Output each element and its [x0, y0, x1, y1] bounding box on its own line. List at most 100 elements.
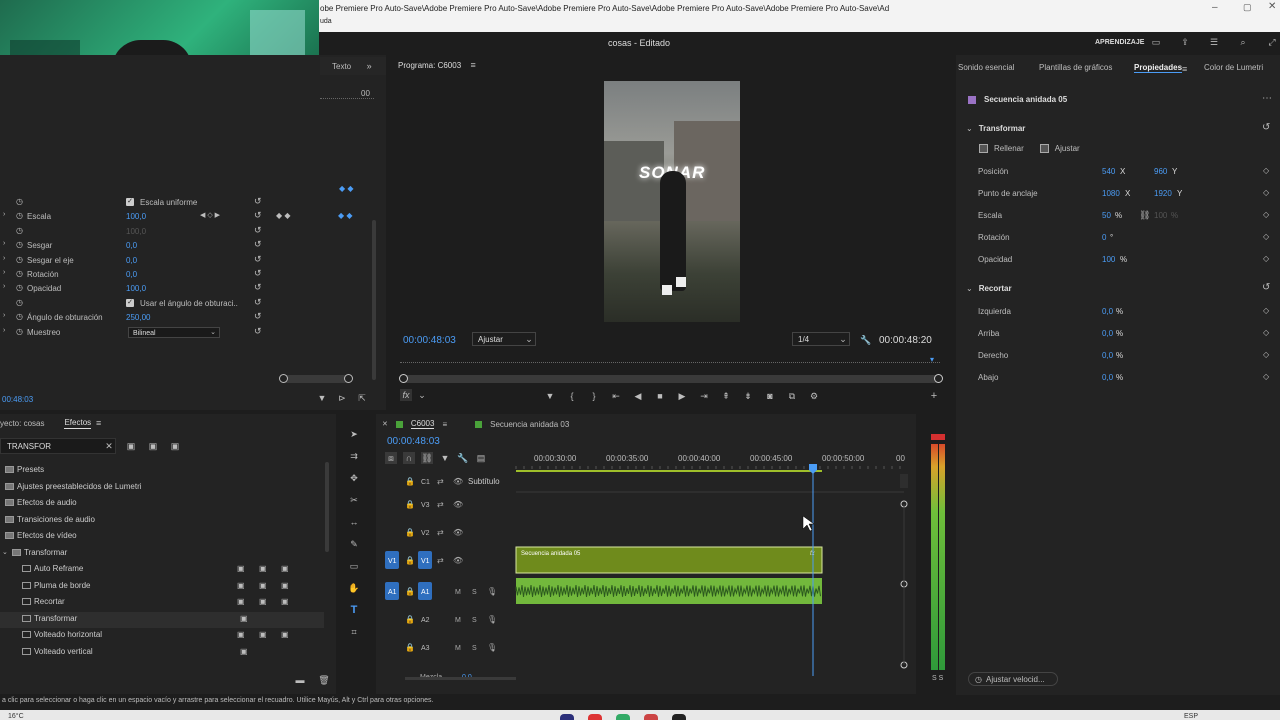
taskbar-app-icon[interactable]	[560, 714, 574, 720]
clear-icon[interactable]: ✕	[103, 440, 115, 452]
lock-icon[interactable]: 🔒	[405, 643, 415, 652]
keyframe-marker[interactable]: ◆ ◆	[276, 211, 291, 220]
expand-arrow-icon[interactable]: ›	[3, 283, 5, 290]
chevron-down-icon[interactable]: ⌄	[416, 389, 428, 401]
crop-section-title[interactable]: Recortar	[979, 284, 1012, 293]
step-back-icon[interactable]: ◀	[632, 390, 644, 402]
32bit-icon[interactable]: ▣	[147, 440, 159, 452]
lock-icon[interactable]: 🔒	[405, 556, 415, 565]
property-value[interactable]: 50	[1102, 211, 1111, 220]
reset-icon[interactable]: ↺	[254, 210, 262, 221]
microphone-icon[interactable]: 🎙	[487, 615, 497, 624]
compare-icon[interactable]: ⧉	[786, 390, 798, 402]
play-only-icon[interactable]: ⊳	[336, 392, 348, 404]
solo-button[interactable]: S	[472, 589, 477, 596]
expand-arrow-icon[interactable]: ›	[3, 240, 5, 247]
stopwatch-icon[interactable]: ◷	[16, 255, 23, 264]
sync-lock-icon[interactable]: ⇄	[437, 556, 444, 565]
ec-property-value[interactable]: 250,00	[126, 313, 150, 322]
solo-button[interactable]: S	[472, 645, 477, 652]
export-icon[interactable]: ⇱	[356, 392, 368, 404]
work-area-bar[interactable]	[516, 470, 822, 472]
settings-icon[interactable]: ⚙	[808, 390, 820, 402]
program-ruler[interactable]	[400, 355, 940, 363]
stopwatch-icon[interactable]: ◷	[16, 197, 23, 206]
ec-property-value[interactable]: 0,0	[126, 241, 137, 250]
lock-icon[interactable]: 🔒	[405, 615, 415, 624]
effects-tree-item[interactable]: Recortar ▣ ▣ ▣	[0, 595, 324, 612]
type-tool-icon[interactable]: T	[348, 604, 360, 616]
fit-button[interactable]: Ajustar	[1055, 144, 1080, 153]
properties-tab[interactable]: Color de Lumetri	[1204, 63, 1263, 72]
expand-arrow-icon[interactable]: ›	[3, 211, 5, 218]
sync-lock-icon[interactable]: ⇄	[437, 477, 444, 486]
stop-icon[interactable]: ■	[654, 390, 666, 402]
expand-arrow-icon[interactable]: ⌄	[2, 548, 8, 556]
camera-icon[interactable]: ◙	[764, 390, 776, 402]
program-menu-icon[interactable]: ≡	[467, 59, 479, 71]
property-value[interactable]: 0,0	[1102, 373, 1113, 382]
keyframe-toggle-icon[interactable]: ◇	[1263, 210, 1269, 219]
effects-search[interactable]: TRANSFOR ✕	[0, 438, 116, 454]
ec-property-value[interactable]: 0,0	[126, 256, 137, 265]
close-icon[interactable]: ✕	[1268, 1, 1276, 12]
reset-icon[interactable]: ↺	[1262, 282, 1270, 293]
taskbar-app-icon[interactable]	[616, 714, 630, 720]
adjust-speed-button[interactable]: ◷ Ajustar velocid...	[968, 672, 1058, 686]
track-select-icon[interactable]: ⇉	[348, 450, 360, 462]
reset-icon[interactable]: ↺	[254, 239, 262, 250]
minimize-icon[interactable]: –	[1212, 2, 1218, 13]
effects-tree-item[interactable]: Volteado horizontal ▣ ▣ ▣	[0, 628, 324, 645]
more-options-icon[interactable]: ⋯	[1262, 93, 1272, 104]
effects-tree-item[interactable]: Efectos de vídeo	[0, 529, 324, 546]
stopwatch-icon[interactable]: ◷	[16, 226, 23, 235]
keyframe-nav[interactable]: ◀ ◇ ▶	[200, 211, 220, 219]
keyframe-toggle-icon[interactable]: ◇	[1263, 166, 1269, 175]
effects-tree-item[interactable]: Presets	[0, 463, 324, 480]
transform-section-title[interactable]: Transformar	[979, 124, 1026, 133]
reset-icon[interactable]: ↺	[254, 254, 262, 265]
expand-panel-icon[interactable]: »	[363, 60, 375, 72]
slip-icon[interactable]: ↔	[348, 516, 360, 528]
eye-icon[interactable]: 👁	[453, 528, 463, 537]
expand-arrow-icon[interactable]: ›	[3, 327, 5, 334]
keyframe-toggle-icon[interactable]: ◇	[1263, 350, 1269, 359]
properties-tab[interactable]: Propiedades	[1134, 63, 1183, 73]
reset-icon[interactable]: ↺	[254, 268, 262, 279]
program-playhead[interactable]: ▾	[930, 355, 934, 364]
mark-in-icon[interactable]: {	[566, 390, 578, 402]
accelerated-icon[interactable]: ▣	[125, 440, 137, 452]
effects-tree-item[interactable]: Transiciones de audio	[0, 513, 324, 530]
stopwatch-icon[interactable]: ◷	[16, 312, 23, 321]
reset-icon[interactable]: ↺	[254, 297, 262, 308]
effects-tab[interactable]: Efectos	[64, 418, 92, 429]
checkbox[interactable]: ✓	[126, 198, 134, 206]
sampling-select[interactable]: Bilineal ⌄	[128, 326, 220, 338]
ec-tab-text[interactable]: Texto	[332, 62, 351, 71]
lock-icon[interactable]: 🔒	[405, 477, 415, 486]
stopwatch-icon[interactable]: ◷	[16, 327, 23, 336]
keyframe-toggle-icon[interactable]: ◇	[1263, 188, 1269, 197]
mute-button[interactable]: M	[455, 617, 461, 624]
effects-tree-item[interactable]: Auto Reframe ▣ ▣ ▣	[0, 562, 324, 579]
property-value[interactable]: 0,0	[1102, 329, 1113, 338]
reset-icon[interactable]: ↺	[254, 282, 262, 293]
reset-icon[interactable]: ↺	[254, 326, 262, 337]
taskbar-app-icon[interactable]	[588, 714, 602, 720]
link-icon[interactable]: ⛓	[1139, 210, 1150, 221]
stopwatch-icon[interactable]: ◷	[16, 298, 23, 307]
ec-zoom-slider[interactable]	[279, 374, 353, 383]
solo-button[interactable]: S	[472, 617, 477, 624]
microphone-icon[interactable]: 🎙	[487, 587, 497, 596]
effects-tree-item[interactable]: ⌄ Transformar	[0, 546, 324, 563]
checkbox[interactable]: ✓	[126, 298, 134, 307]
selection-tool-icon[interactable]: ➤	[348, 428, 360, 440]
expand-arrow-icon[interactable]: ›	[3, 269, 5, 276]
panel-icon[interactable]: ▭	[1150, 36, 1162, 48]
keyframe-toggle-icon[interactable]: ◇	[1263, 306, 1269, 315]
go-to-out-icon[interactable]: ⇥	[698, 390, 710, 402]
sync-lock-icon[interactable]: ⇄	[437, 528, 444, 537]
lock-icon[interactable]: 🔒	[405, 528, 415, 537]
microphone-icon[interactable]: 🎙	[487, 643, 497, 652]
program-title[interactable]: Programa: C6003	[398, 61, 461, 70]
